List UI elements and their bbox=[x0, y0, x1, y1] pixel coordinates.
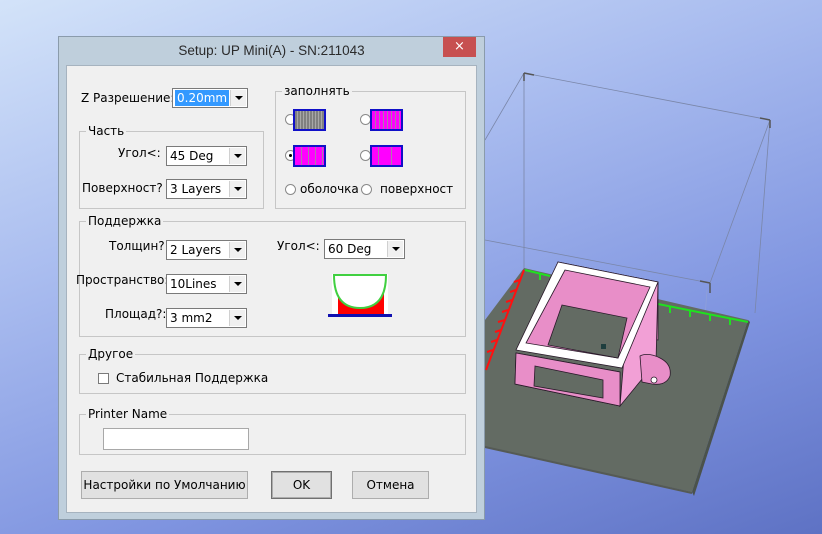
support-thickness-value: 2 Layers bbox=[170, 243, 222, 257]
printer-name-group: Printer Name bbox=[79, 406, 466, 455]
setup-dialog: Setup: UP Mini(A) - SN:211043 × Z Разреш… bbox=[58, 36, 485, 520]
support-area-value: 3 mm2 bbox=[170, 311, 213, 325]
chevron-down-icon[interactable] bbox=[229, 276, 245, 292]
support-area-label: Площад?: bbox=[105, 307, 167, 321]
support-group: Поддержка Толщин? 2 Layers Пространство:… bbox=[76, 213, 466, 337]
fill-medium-magenta-swatch[interactable] bbox=[293, 145, 326, 167]
chevron-down-icon[interactable] bbox=[229, 310, 245, 326]
other-group-label: Другое bbox=[86, 346, 136, 362]
support-thickness-select[interactable]: 2 Layers bbox=[166, 240, 247, 260]
close-icon: × bbox=[454, 39, 465, 54]
z-resolution-value: 0.20mm bbox=[175, 90, 230, 106]
part-group: Часть Угол<: 45 Deg Поверхност? 3 Layers bbox=[79, 123, 264, 209]
support-angle-select[interactable]: 60 Deg bbox=[324, 239, 405, 259]
support-angle-preview-icon bbox=[328, 274, 392, 317]
part-surface-label: Поверхност? bbox=[82, 181, 163, 195]
title-bar[interactable]: Setup: UP Mini(A) - SN:211043 × bbox=[59, 37, 484, 65]
z-resolution-select[interactable]: 0.20mm bbox=[172, 88, 248, 108]
cancel-button[interactable]: Отмена bbox=[352, 471, 429, 499]
support-angle-label: Угол<: bbox=[277, 239, 320, 253]
support-space-value: 10Lines bbox=[170, 277, 217, 291]
part-angle-select[interactable]: 45 Deg bbox=[166, 146, 247, 166]
part-angle-label: Угол<: bbox=[118, 146, 161, 160]
shell-radio[interactable] bbox=[285, 184, 296, 195]
chevron-down-icon[interactable] bbox=[230, 90, 246, 106]
support-space-label: Пространство: bbox=[76, 273, 169, 287]
model-center-marker bbox=[601, 344, 606, 349]
fill-sparse-magenta-swatch[interactable] bbox=[370, 145, 403, 167]
support-area-select[interactable]: 3 mm2 bbox=[166, 308, 247, 328]
support-angle-value: 60 Deg bbox=[328, 242, 372, 256]
surface-radio[interactable] bbox=[361, 184, 372, 195]
chevron-down-icon[interactable] bbox=[229, 148, 245, 164]
printer-name-group-label: Printer Name bbox=[86, 406, 170, 422]
part-group-label: Часть bbox=[86, 123, 127, 139]
volume-corner-markers bbox=[523, 72, 771, 293]
chevron-down-icon[interactable] bbox=[387, 241, 403, 257]
other-group: Другое Стабильная Поддержка bbox=[79, 346, 466, 394]
support-space-select[interactable]: 10Lines bbox=[166, 274, 247, 294]
close-button[interactable]: × bbox=[443, 37, 476, 57]
chevron-down-icon[interactable] bbox=[229, 242, 245, 258]
part-angle-value: 45 Deg bbox=[170, 149, 214, 163]
shell-label: оболочка bbox=[300, 182, 359, 196]
chevron-down-icon[interactable] bbox=[229, 181, 245, 197]
support-thickness-label: Толщин? bbox=[109, 239, 165, 253]
fill-dense-gray-swatch[interactable] bbox=[293, 109, 326, 131]
z-resolution-label: Z Разрешение: bbox=[81, 91, 175, 105]
fill-group-label: заполнять bbox=[282, 83, 352, 99]
ok-button[interactable]: OK bbox=[271, 471, 332, 499]
printer-name-input[interactable] bbox=[103, 428, 249, 450]
support-group-label: Поддержка bbox=[86, 213, 164, 229]
restore-defaults-button[interactable]: Настройки по Умолчанию bbox=[81, 471, 248, 499]
dialog-client-area: Z Разрешение: 0.20mm Часть Угол<: 45 Deg… bbox=[66, 65, 477, 513]
surface-label: поверхност bbox=[380, 182, 454, 196]
stable-support-checkbox[interactable] bbox=[98, 373, 109, 384]
dialog-title: Setup: UP Mini(A) - SN:211043 bbox=[178, 43, 365, 58]
fill-dense-magenta-swatch[interactable] bbox=[370, 109, 403, 131]
part-surface-value: 3 Layers bbox=[170, 182, 222, 196]
fill-group: заполнять оболочка поверхност bbox=[275, 83, 466, 209]
part-surface-select[interactable]: 3 Layers bbox=[166, 179, 247, 199]
stable-support-label: Стабильная Поддержка bbox=[116, 371, 269, 385]
